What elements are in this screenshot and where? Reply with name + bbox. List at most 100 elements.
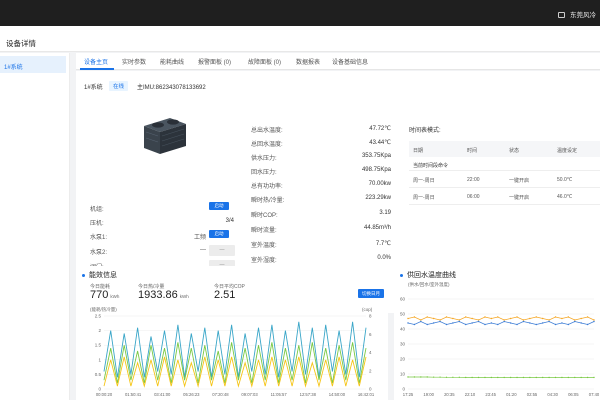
data-point [516,316,518,318]
data-point [484,376,486,379]
data-point [522,376,525,379]
data-point [574,320,576,323]
x-tick-label: 07:40 [589,392,600,397]
x-tick-label: 01:50:41 [125,392,142,397]
unit-start-button[interactable]: 启动 [209,202,229,210]
page-title: 设备详情 [6,39,36,48]
user-label: 东莞风冷 [570,12,596,19]
x-tick-label: 02:55 [527,392,538,397]
cell-temp: 46.0℃ [557,194,573,200]
data-point [509,322,512,324]
x-tick-label: 17:25 [403,392,414,397]
data-point [593,376,595,379]
data-point [452,317,454,320]
data-point [490,317,493,320]
tab-device-info[interactable]: 设备基础信息 [332,57,368,66]
data-point [445,323,448,326]
reading-label: 室外湿度: [251,258,277,264]
param-pump-2: 水泵2: — — [90,245,240,256]
x-tick-label: 20:35 [444,392,455,397]
data-point [567,316,570,318]
data-point [465,323,467,326]
x-tick-label: 22:10 [465,392,476,397]
data-point [471,376,473,379]
tab-alarm-panel[interactable]: 报警面板 (0) [198,57,231,66]
top-bar: 东莞风冷 [0,0,600,26]
tab-realtime-params[interactable]: 实时参数 [122,57,146,66]
tab-device-home[interactable]: 设备主页 [84,57,108,66]
pump-1-start-button[interactable]: 启动 [209,230,229,238]
data-point [567,323,570,326]
stat-value-wrap: 1933.86 kWh [138,289,189,301]
data-point [420,320,422,323]
cell-day: 周一-周日 [413,195,435,201]
data-point [458,319,461,321]
data-point [541,317,544,320]
data-point [561,317,563,320]
x-tick-label: 04:30 [547,392,558,397]
user-icon [558,12,565,19]
data-point [497,376,499,379]
y-axis-label: (供水/回水/室外温度) [408,281,450,288]
reading-value: 47.72℃ [369,126,391,132]
reading-label: 总有功功率: [251,184,283,190]
reading-value: 70.00kw [368,181,391,187]
cell-day: 周一-周日 [413,178,435,184]
x-tick-label: 09:07:03 [241,392,258,397]
data-point [529,376,531,379]
data-point [586,323,589,326]
y2-tick-label: 8 [369,314,372,319]
tab-energy-curve[interactable]: 能耗曲线 [160,57,184,66]
table-row: 周一-周日 06:00 一键开启 46.0℃ [409,188,600,205]
tab-fault-panel[interactable]: 故障面板 (0) [248,57,281,66]
x-tick-label: 12:57:38 [300,392,317,397]
stat-cop: 今日平均COP 2.51 [214,283,245,301]
tab-bar: 设备主页 实时参数 能耗曲线 报警面板 (0) 故障面板 (0) 数据报表 设备… [76,53,600,70]
tab-data-report[interactable]: 数据报表 [296,57,320,66]
param-value: — [200,247,206,253]
data-point [452,376,454,378]
reading-label: 瞬时热/冷量: [251,198,285,204]
data-point [567,376,570,379]
user-menu[interactable]: 东莞风冷 [558,9,596,19]
data-point [497,323,499,326]
data-point [548,376,550,379]
reading-label: 总出水温度: [251,128,283,134]
reading-row: 总有功功率: 70.00kw [251,179,391,191]
active-tab-indicator [80,68,114,70]
status-badge: 在线 [109,81,129,91]
bullet-icon [82,273,85,277]
data-point [477,319,480,321]
sidebar-item-system-1[interactable]: 1#系统 [0,56,66,73]
data-point [413,316,416,318]
y-tick-label: 2.5 [95,314,102,319]
data-point [516,376,518,379]
reading-row: 瞬时流量: 44.85m³/h [251,223,391,235]
reading-value: 44.85m³/h [363,225,391,231]
data-point [439,376,441,378]
switch-day-month-button[interactable]: 切换日月 [358,289,384,298]
system-name: 1#系统 [84,85,103,91]
energy-chart: (能耗/热冷量) (cop) 0 0.5 1 1.5 2 2.5 0 2 4 6 8 00:00:20 01… [90,306,375,397]
reading-row: 瞬时COP: 3.19 [251,208,391,220]
table-row: 周一-周日 22:00 一键开启 50.0℃ [409,171,600,188]
pump-2-button[interactable]: — [209,245,235,256]
column-header: 状态 [509,148,520,154]
data-point [541,322,544,324]
data-point [432,376,435,378]
param-value: 工频 [194,235,207,241]
data-point [503,320,505,323]
data-point [593,320,595,323]
stat-value: 770 [90,289,109,301]
data-point [490,322,493,324]
timetable-title: 时间表模式: [409,128,441,134]
data-point [535,323,537,326]
reading-value: 3.19 [379,210,391,216]
water-temp-panel: 供回水温度曲线 (供水/回水/室外温度) 0 10 20 30 40 50 60 17:25 19… [394,266,600,400]
data-point [452,322,454,324]
cell-state: 一键开启 [509,178,530,184]
energy-panel: 能效信息 今日能耗 770 kWh 今日热/冷量 1933.86 kWh 今日平均C… [76,266,388,400]
data-point [471,317,473,320]
y-tick-label: 0.5 [95,372,102,377]
series-line-1 [103,321,367,378]
